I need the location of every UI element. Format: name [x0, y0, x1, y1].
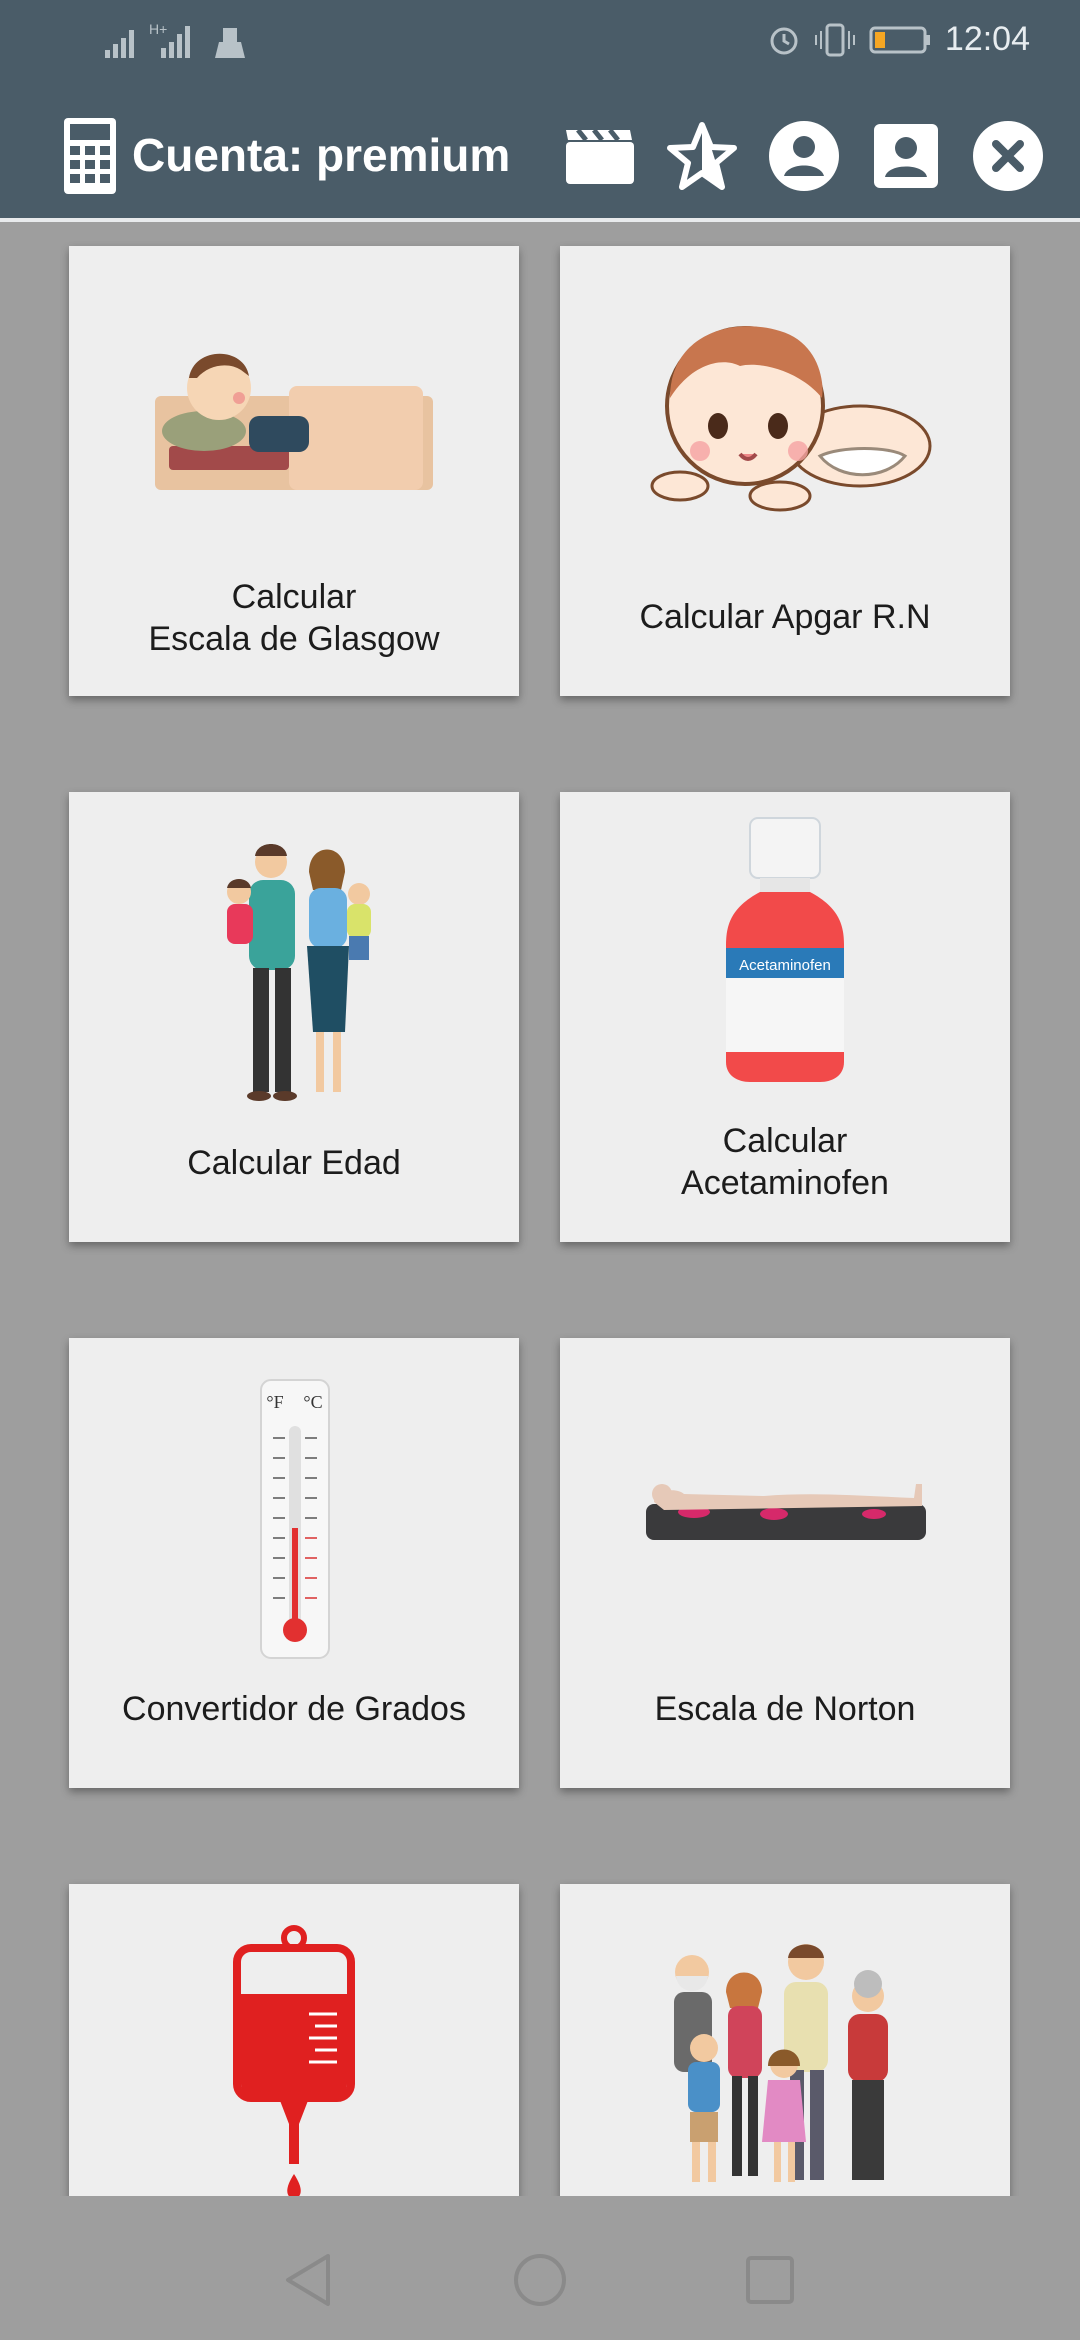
card-norton[interactable]: Escala de Norton [560, 1338, 1010, 1788]
video-icon [566, 128, 634, 184]
status-right: 12:04 [767, 20, 1030, 59]
thermometer-icon: °F °C [260, 1379, 330, 1659]
close-icon [973, 121, 1043, 191]
card-edad[interactable]: Calcular Edad [69, 792, 519, 1242]
card-label: Calcular Apgar R.N [639, 598, 931, 636]
calculator-icon [64, 118, 116, 194]
account-circle-icon [769, 121, 839, 191]
alarm-icon [770, 27, 798, 54]
blood-bag-icon [233, 1925, 355, 2200]
bottle-label: Acetaminofen [739, 957, 831, 974]
back-button[interactable] [278, 2250, 338, 2310]
home-icon [514, 2254, 566, 2306]
family-icon [227, 844, 371, 1101]
vibrate-icon [814, 23, 855, 56]
family-group-icon [674, 1944, 888, 2182]
app-bar: Cuenta: premium [0, 110, 1080, 210]
medicine-bottle-icon: Acetaminofen [726, 817, 844, 1082]
home-button[interactable] [510, 2250, 570, 2310]
page-title: Cuenta: premium [132, 129, 511, 181]
top-bar: H+ 12:04 Cuenta: premium [0, 0, 1080, 220]
card-label: Calcular Acetaminofen [681, 1122, 889, 1202]
card-acetaminofen[interactable]: Acetaminofen Calcular Acetaminofen [560, 792, 1010, 1242]
contact-button[interactable] [868, 118, 944, 194]
rate-star-icon [667, 122, 737, 190]
celsius-label: °C [303, 1392, 322, 1412]
card-apgar[interactable]: Calcular Apgar R.N [560, 246, 1010, 696]
card-glasgow[interactable]: Calcular Escala de Glasgow [69, 246, 519, 696]
signal-icon: H+ [105, 21, 245, 58]
clock: 12:04 [944, 20, 1030, 58]
svg-text:H+: H+ [149, 21, 167, 37]
system-nav-bar [0, 2226, 1080, 2336]
card-label: Calcular Edad [187, 1144, 401, 1182]
fahrenheit-label: °F [266, 1392, 283, 1412]
account-button[interactable] [766, 118, 842, 194]
status-bar: H+ 12:04 [0, 0, 1080, 86]
patient-on-mattress-icon [646, 1484, 926, 1540]
video-button[interactable] [562, 118, 638, 194]
baby-icon [650, 326, 932, 512]
card-label: Escala de Norton [654, 1690, 916, 1728]
close-button[interactable] [970, 118, 1046, 194]
contact-card-icon [874, 124, 938, 188]
recents-icon [746, 2256, 794, 2304]
divider [0, 218, 1080, 222]
card-label: Calcular Escala de Glasgow [148, 578, 440, 658]
back-icon [286, 2254, 330, 2306]
card-grados[interactable]: °F °C Convertidor de Grados [69, 1338, 519, 1788]
recents-button[interactable] [740, 2250, 800, 2310]
rate-button[interactable] [664, 118, 740, 194]
patient-in-bed-icon [155, 353, 433, 490]
card-label: Convertidor de Grados [122, 1690, 466, 1728]
battery-icon [869, 26, 930, 53]
